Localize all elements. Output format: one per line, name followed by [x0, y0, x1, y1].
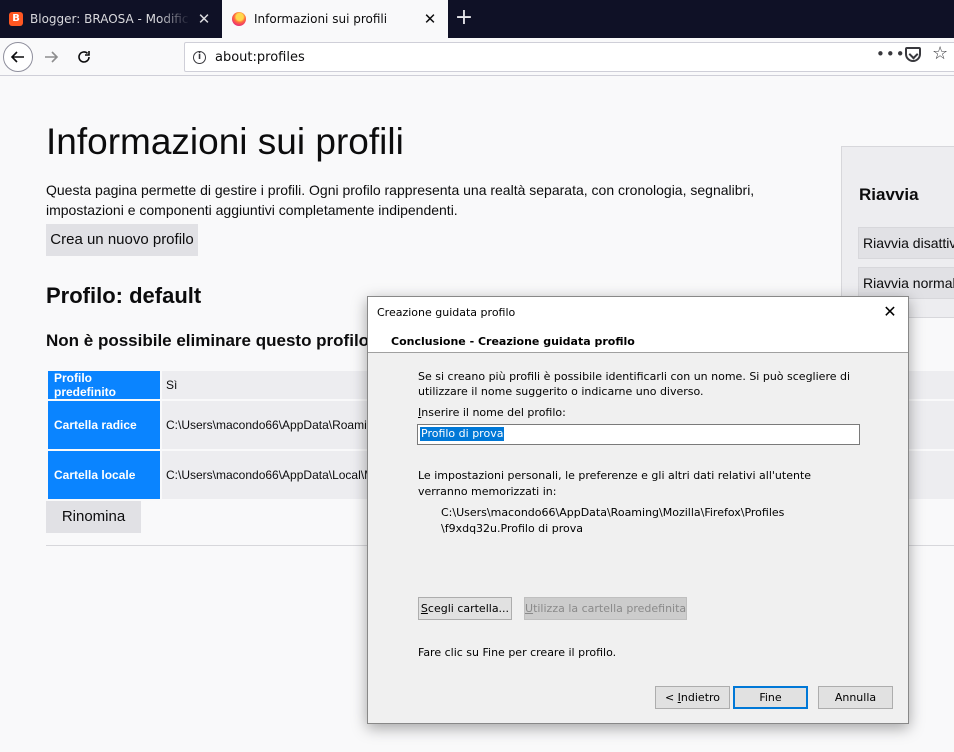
- path-line: \f9xdq32u.Profilo di prova: [441, 522, 583, 535]
- button-label: tilizza la cartella predefinita: [533, 602, 687, 615]
- new-tab-button[interactable]: +: [452, 7, 476, 31]
- close-tab-icon[interactable]: ✕: [422, 11, 438, 27]
- back-button[interactable]: [3, 42, 33, 72]
- dialog-header: Conclusione - Creazione guidata profilo: [368, 327, 908, 353]
- accesskey: U: [525, 602, 534, 615]
- reload-icon: [78, 51, 90, 63]
- dialog-intro: Se si creano più profili è possibile ide…: [418, 370, 851, 398]
- choose-folder-button[interactable]: Scegli cartella...: [418, 597, 512, 620]
- button-label: cegli cartella...: [427, 602, 510, 615]
- close-tab-icon[interactable]: ✕: [196, 11, 212, 27]
- label-text: nserire il nome del profilo:: [421, 406, 566, 419]
- accesskey: S: [420, 602, 428, 615]
- page-title: Informazioni sui profili: [46, 121, 404, 162]
- profile-wizard-dialog: Creazione guidata profilo ✕ Conclusione …: [367, 296, 909, 724]
- dialog-titlebar[interactable]: Creazione guidata profilo ✕: [368, 297, 908, 327]
- restart-panel: Riavvia Riavvia disattivando i component…: [841, 146, 954, 318]
- back-arrow-icon: [10, 51, 24, 63]
- close-icon[interactable]: ✕: [880, 302, 900, 322]
- info-icon[interactable]: i: [193, 51, 206, 64]
- finish-instruction: Fare clic su Fine per creare il profilo.: [418, 646, 617, 659]
- create-profile-button[interactable]: Crea un nuovo profilo: [46, 224, 198, 256]
- forward-arrow-icon: [45, 51, 59, 63]
- url-bar[interactable]: i about:profiles: [184, 42, 954, 72]
- blogger-icon: [9, 12, 23, 26]
- row-label: Profilo predefinito: [46, 369, 162, 401]
- profile-name-label: Inserire il nome del profilo:: [418, 406, 566, 419]
- use-default-folder-button[interactable]: Utilizza la cartella predefinita: [524, 597, 687, 620]
- profile-name-input[interactable]: Profilo di prova: [417, 424, 860, 445]
- tab-title: Blogger: BRAOSA - Modifica post: [30, 12, 190, 26]
- cancel-button[interactable]: Annulla: [818, 686, 893, 709]
- finish-button[interactable]: Fine: [733, 686, 808, 709]
- forward-button[interactable]: [36, 42, 66, 72]
- rename-button[interactable]: Rinomina: [46, 501, 141, 533]
- firefox-icon: [232, 12, 246, 26]
- row-label: Cartella locale: [46, 449, 162, 501]
- restart-safe-mode-button[interactable]: Riavvia disattivando i componenti aggiun…: [858, 227, 954, 259]
- tab-profiles[interactable]: Informazioni sui profili ✕: [222, 0, 448, 38]
- path-line: C:\Users\macondo66\AppData\Roaming\Mozil…: [441, 506, 785, 519]
- profile-name-value[interactable]: Profilo di prova: [420, 427, 505, 441]
- bookmark-star-icon[interactable]: ☆: [932, 43, 948, 64]
- button-label: ndietro: [680, 691, 721, 704]
- storage-label: Le impostazioni personali, le preferenze…: [418, 469, 812, 498]
- reload-button[interactable]: [69, 42, 99, 72]
- profile-heading: Profilo: default: [46, 283, 202, 308]
- row-label: Cartella radice: [46, 399, 162, 451]
- url-text[interactable]: about:profiles: [215, 50, 305, 65]
- back-button[interactable]: < Indietro: [655, 686, 730, 709]
- tab-blogger[interactable]: Blogger: BRAOSA - Modifica post ✕: [0, 0, 222, 38]
- profile-path: C:\Users\macondo66\AppData\Roaming\Mozil…: [441, 505, 841, 537]
- dialog-header-text: Conclusione - Creazione guidata profilo: [391, 335, 635, 348]
- tab-title: Informazioni sui profili: [254, 12, 388, 26]
- page-actions-icon[interactable]: •••: [876, 45, 906, 63]
- tab-strip: Blogger: BRAOSA - Modifica post ✕ Inform…: [0, 0, 954, 38]
- button-label: <: [664, 691, 678, 704]
- dialog-title: Creazione guidata profilo: [377, 306, 516, 319]
- page-description: Questa pagina permette di gestire i prof…: [46, 182, 755, 218]
- restart-normal-button[interactable]: Riavvia normalmente…: [858, 267, 954, 299]
- nav-bar: i about:profiles: [0, 38, 954, 76]
- restart-title: Riavvia: [859, 185, 919, 204]
